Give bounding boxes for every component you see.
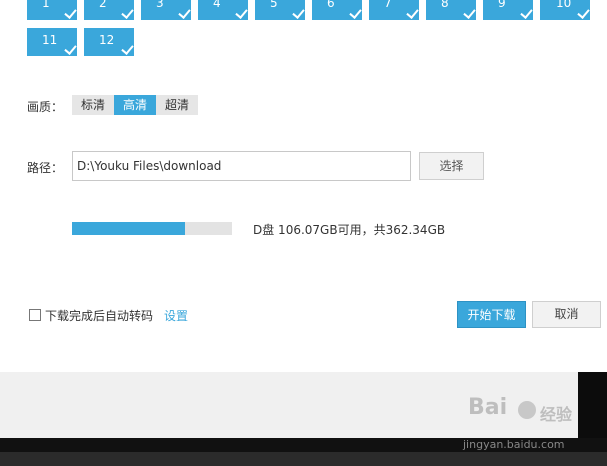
checkmark-icon bbox=[349, 6, 362, 19]
episode-tile-10[interactable]: 10 bbox=[540, 0, 590, 20]
download-dialog: 1 2 3 4 5 6 7 8 9 10 11 12 画质： 标清 高清 超清 … bbox=[0, 0, 607, 372]
checkmark-icon bbox=[292, 6, 305, 19]
cancel-button[interactable]: 取消 bbox=[532, 301, 601, 328]
checkmark-icon bbox=[121, 6, 134, 19]
episode-number: 9 bbox=[498, 0, 506, 10]
quality-label: 画质： bbox=[27, 100, 64, 114]
episode-number: 5 bbox=[270, 0, 278, 10]
episode-number: 6 bbox=[327, 0, 335, 10]
episode-number: 3 bbox=[156, 0, 164, 10]
episode-tile-1[interactable]: 1 bbox=[27, 0, 77, 20]
checkmark-icon bbox=[520, 6, 533, 19]
quality-option-sd[interactable]: 标清 bbox=[72, 95, 115, 115]
episode-tile-12[interactable]: 12 bbox=[84, 28, 134, 56]
episode-number: 12 bbox=[99, 33, 115, 47]
episode-tile-2[interactable]: 2 bbox=[84, 0, 134, 20]
episode-number: 2 bbox=[99, 0, 107, 10]
start-download-button[interactable]: 开始下载 bbox=[457, 301, 526, 328]
episode-tile-8[interactable]: 8 bbox=[426, 0, 476, 20]
window-bottom-panel bbox=[0, 372, 578, 438]
auto-convert-checkbox[interactable] bbox=[29, 309, 41, 321]
episode-number: 10 bbox=[556, 0, 572, 10]
auto-convert-label: 下载完成后自动转码 bbox=[45, 309, 154, 323]
settings-link[interactable]: 设置 bbox=[164, 307, 188, 324]
episode-tile-9[interactable]: 9 bbox=[483, 0, 533, 20]
episode-number: 7 bbox=[384, 0, 392, 10]
checkmark-icon bbox=[463, 6, 476, 19]
checkmark-icon bbox=[64, 6, 77, 19]
disk-space-text: D盘 106.07GB可用，共362.34GB bbox=[253, 223, 446, 237]
episode-tile-3[interactable]: 3 bbox=[141, 0, 191, 20]
checkmark-icon bbox=[121, 42, 134, 55]
checkmark-icon bbox=[235, 6, 248, 19]
checkmark-icon bbox=[577, 6, 590, 19]
episode-number: 4 bbox=[213, 0, 221, 10]
quality-option-super-hd[interactable]: 超清 bbox=[156, 95, 199, 115]
episode-tile-5[interactable]: 5 bbox=[255, 0, 305, 20]
checkmark-icon bbox=[64, 42, 77, 55]
window-right-edge bbox=[578, 372, 607, 438]
browse-button[interactable]: 选择 bbox=[419, 152, 484, 180]
download-path-input[interactable] bbox=[72, 151, 411, 181]
episode-number: 11 bbox=[42, 33, 58, 47]
quality-option-hd[interactable]: 高清 bbox=[114, 95, 157, 115]
disk-usage-fill bbox=[72, 222, 186, 235]
episode-tile-7[interactable]: 7 bbox=[369, 0, 419, 20]
episode-tile-6[interactable]: 6 bbox=[312, 0, 362, 20]
checkmark-icon bbox=[178, 6, 191, 19]
episode-number: 8 bbox=[441, 0, 449, 10]
episode-number: 1 bbox=[42, 0, 50, 10]
quality-selector: 标清 高清 超清 bbox=[72, 95, 199, 115]
disk-usage-bar bbox=[72, 222, 232, 235]
path-label: 路径： bbox=[27, 161, 64, 175]
taskbar-strip bbox=[0, 452, 607, 466]
episode-tile-4[interactable]: 4 bbox=[198, 0, 248, 20]
checkmark-icon bbox=[406, 6, 419, 19]
episode-tile-11[interactable]: 11 bbox=[27, 28, 77, 56]
